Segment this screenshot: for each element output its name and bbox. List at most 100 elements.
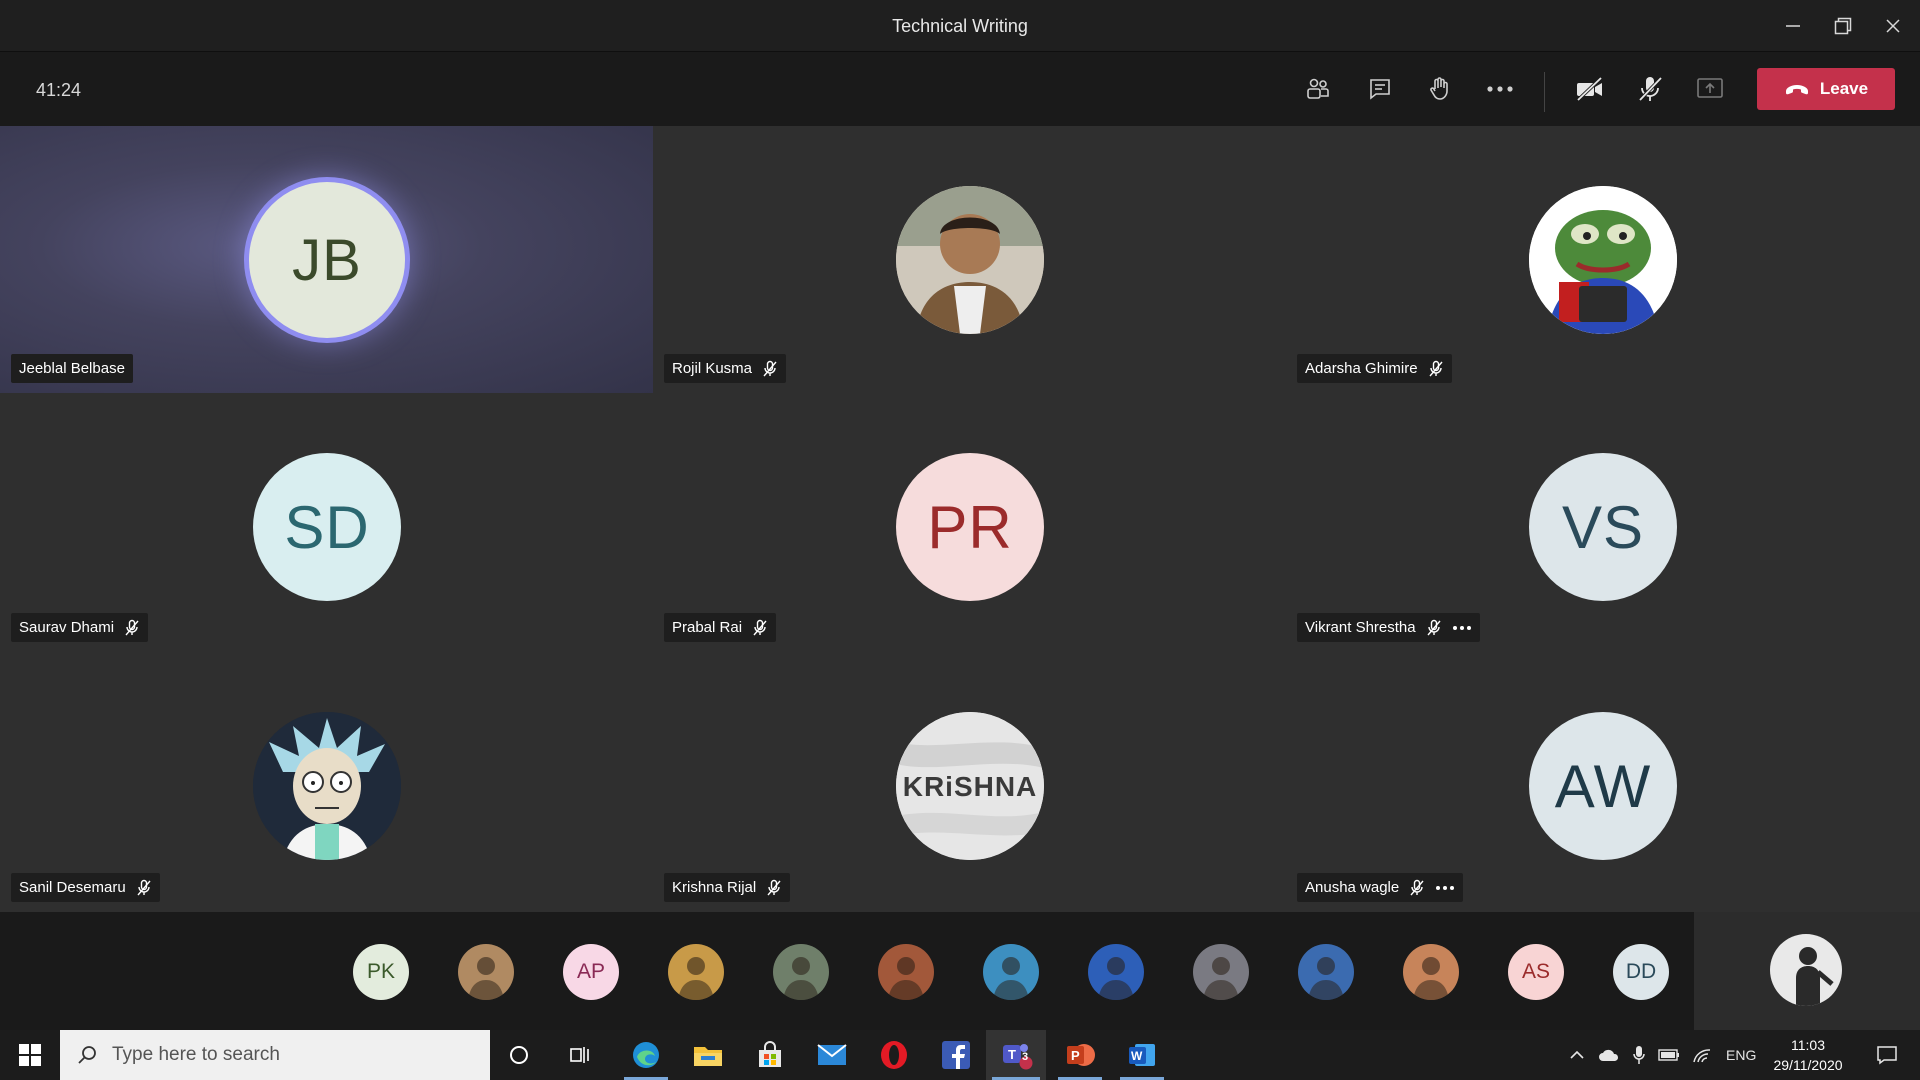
participant-name-label: Krishna Rijal bbox=[664, 873, 791, 902]
edge-icon[interactable] bbox=[618, 1030, 674, 1080]
minimize-icon[interactable] bbox=[1773, 10, 1813, 42]
roster-avatar[interactable]: AP bbox=[563, 944, 619, 1000]
battery-icon[interactable] bbox=[1658, 1049, 1680, 1061]
participant-tile[interactable]: JB Jeeblal Belbase bbox=[0, 126, 653, 393]
more-options-icon[interactable] bbox=[1452, 625, 1472, 631]
restore-icon[interactable] bbox=[1823, 10, 1863, 42]
participant-name: Anusha wagle bbox=[1305, 879, 1400, 896]
participant-grid: JB Jeeblal Belbase Rojil Kusma Adarsha Ghim… bbox=[0, 126, 1920, 912]
participant-name-label: Adarsha Ghimire bbox=[1297, 354, 1452, 383]
facebook-icon[interactable] bbox=[928, 1030, 984, 1080]
cortana-icon[interactable] bbox=[494, 1030, 544, 1080]
participant-avatar bbox=[896, 186, 1044, 334]
more-options-icon[interactable] bbox=[1435, 885, 1455, 891]
word-icon[interactable]: W bbox=[1114, 1030, 1170, 1080]
participant-tile[interactable]: Adarsha Ghimire bbox=[1286, 126, 1920, 393]
participant-tile[interactable]: Rojil Kusma bbox=[653, 126, 1286, 393]
window-title: Technical Writing bbox=[892, 16, 1028, 36]
muted-icon bbox=[763, 360, 777, 376]
participant-avatar: PR bbox=[896, 453, 1044, 601]
participant-name-label: Saurav Dhami bbox=[11, 613, 149, 642]
participant-strip: PK AP AS DD bbox=[0, 912, 1694, 1030]
self-view[interactable] bbox=[1694, 912, 1920, 1030]
svg-text:KRiSHNA: KRiSHNA bbox=[903, 771, 1038, 802]
onedrive-icon[interactable] bbox=[1598, 1048, 1620, 1062]
chevron-up-icon[interactable] bbox=[1570, 1050, 1584, 1060]
roster-avatar[interactable] bbox=[878, 944, 934, 1000]
file-explorer-icon[interactable] bbox=[680, 1030, 736, 1080]
muted-icon bbox=[1410, 879, 1424, 895]
store-icon[interactable] bbox=[742, 1030, 798, 1080]
roster-avatar[interactable] bbox=[1298, 944, 1354, 1000]
taskbar-clock[interactable]: 11:03 29/11/2020 bbox=[1758, 1035, 1858, 1075]
participant-name: Rojil Kusma bbox=[672, 360, 753, 377]
share-screen-icon[interactable] bbox=[1688, 70, 1732, 108]
roster-avatar[interactable] bbox=[1193, 944, 1249, 1000]
camera-off-icon[interactable] bbox=[1568, 70, 1612, 108]
participant-name: Vikrant Shrestha bbox=[1305, 619, 1416, 636]
roster-avatar[interactable] bbox=[773, 944, 829, 1000]
participant-name: Saurav Dhami bbox=[19, 619, 115, 636]
participant-tile[interactable]: SD Saurav Dhami bbox=[0, 393, 653, 652]
roster-avatar[interactable] bbox=[668, 944, 724, 1000]
hang-up-icon bbox=[1785, 85, 1808, 95]
participant-name: Sanil Desemaru bbox=[19, 879, 126, 896]
chat-icon[interactable] bbox=[1358, 70, 1402, 108]
opera-icon[interactable] bbox=[866, 1030, 922, 1080]
roster-avatar[interactable] bbox=[1088, 944, 1144, 1000]
title-bar: Technical Writing bbox=[0, 0, 1920, 52]
muted-icon bbox=[753, 619, 767, 635]
participant-name: Prabal Rai bbox=[672, 619, 743, 636]
more-options-icon[interactable] bbox=[1478, 70, 1522, 108]
participant-avatar: SD bbox=[253, 453, 401, 601]
participant-name-label: Jeeblal Belbase bbox=[11, 354, 133, 383]
task-view-icon[interactable] bbox=[556, 1030, 606, 1080]
svg-text:W: W bbox=[1131, 1049, 1143, 1063]
leave-button[interactable]: Leave bbox=[1757, 68, 1895, 110]
microphone-off-icon[interactable] bbox=[1628, 70, 1672, 108]
language-indicator[interactable]: ENG bbox=[1726, 1047, 1756, 1063]
teams-icon[interactable]: T 3 bbox=[986, 1030, 1046, 1080]
participants-icon[interactable] bbox=[1296, 70, 1340, 108]
participant-tile[interactable]: VS Vikrant Shrestha bbox=[1286, 393, 1920, 652]
powerpoint-icon[interactable]: P bbox=[1052, 1030, 1108, 1080]
participant-tile[interactable]: KRiSHNA Krishna Rijal bbox=[653, 652, 1286, 912]
close-icon[interactable] bbox=[1873, 10, 1913, 42]
participant-name: Krishna Rijal bbox=[672, 879, 757, 896]
participant-tile[interactable]: PR Prabal Rai bbox=[653, 393, 1286, 652]
microphone-tray-icon[interactable] bbox=[1632, 1045, 1646, 1065]
participant-tile[interactable]: AW Anusha wagle bbox=[1286, 652, 1920, 912]
notifications-icon[interactable] bbox=[1862, 1030, 1912, 1080]
clock-time: 11:03 bbox=[1791, 1037, 1825, 1053]
roster-avatar[interactable]: AS bbox=[1508, 944, 1564, 1000]
participant-name-label: Sanil Desemaru bbox=[11, 873, 160, 902]
roster-avatar[interactable]: DD bbox=[1613, 944, 1669, 1000]
muted-icon bbox=[1427, 619, 1441, 635]
system-tray: ENG bbox=[1570, 1030, 1756, 1080]
taskbar-search[interactable]: Type here to search bbox=[60, 1030, 490, 1080]
roster-avatar[interactable]: PK bbox=[353, 944, 409, 1000]
raise-hand-icon[interactable] bbox=[1418, 70, 1462, 108]
wifi-icon[interactable] bbox=[1692, 1046, 1712, 1064]
muted-icon bbox=[1429, 360, 1443, 376]
roster-avatar[interactable] bbox=[1403, 944, 1459, 1000]
participant-avatar bbox=[1529, 186, 1677, 334]
mail-icon[interactable] bbox=[804, 1030, 860, 1080]
self-avatar bbox=[1770, 934, 1842, 1006]
svg-text:P: P bbox=[1071, 1048, 1080, 1063]
participant-avatar: VS bbox=[1529, 453, 1677, 601]
meeting-timer: 41:24 bbox=[36, 80, 82, 100]
participant-name-label: Vikrant Shrestha bbox=[1297, 613, 1480, 642]
leave-label: Leave bbox=[1819, 79, 1869, 98]
windows-start-icon[interactable] bbox=[0, 1030, 60, 1080]
clock-date: 29/11/2020 bbox=[1773, 1057, 1843, 1073]
participant-tile[interactable]: Sanil Desemaru bbox=[0, 652, 653, 912]
participant-avatar: AW bbox=[1529, 712, 1677, 860]
participant-name-label: Anusha wagle bbox=[1297, 873, 1464, 902]
participant-avatar bbox=[253, 712, 401, 860]
toolbar-divider bbox=[1544, 72, 1545, 112]
search-icon bbox=[78, 1046, 96, 1064]
roster-avatar[interactable] bbox=[983, 944, 1039, 1000]
participant-avatar: KRiSHNA bbox=[896, 712, 1044, 860]
roster-avatar[interactable] bbox=[458, 944, 514, 1000]
